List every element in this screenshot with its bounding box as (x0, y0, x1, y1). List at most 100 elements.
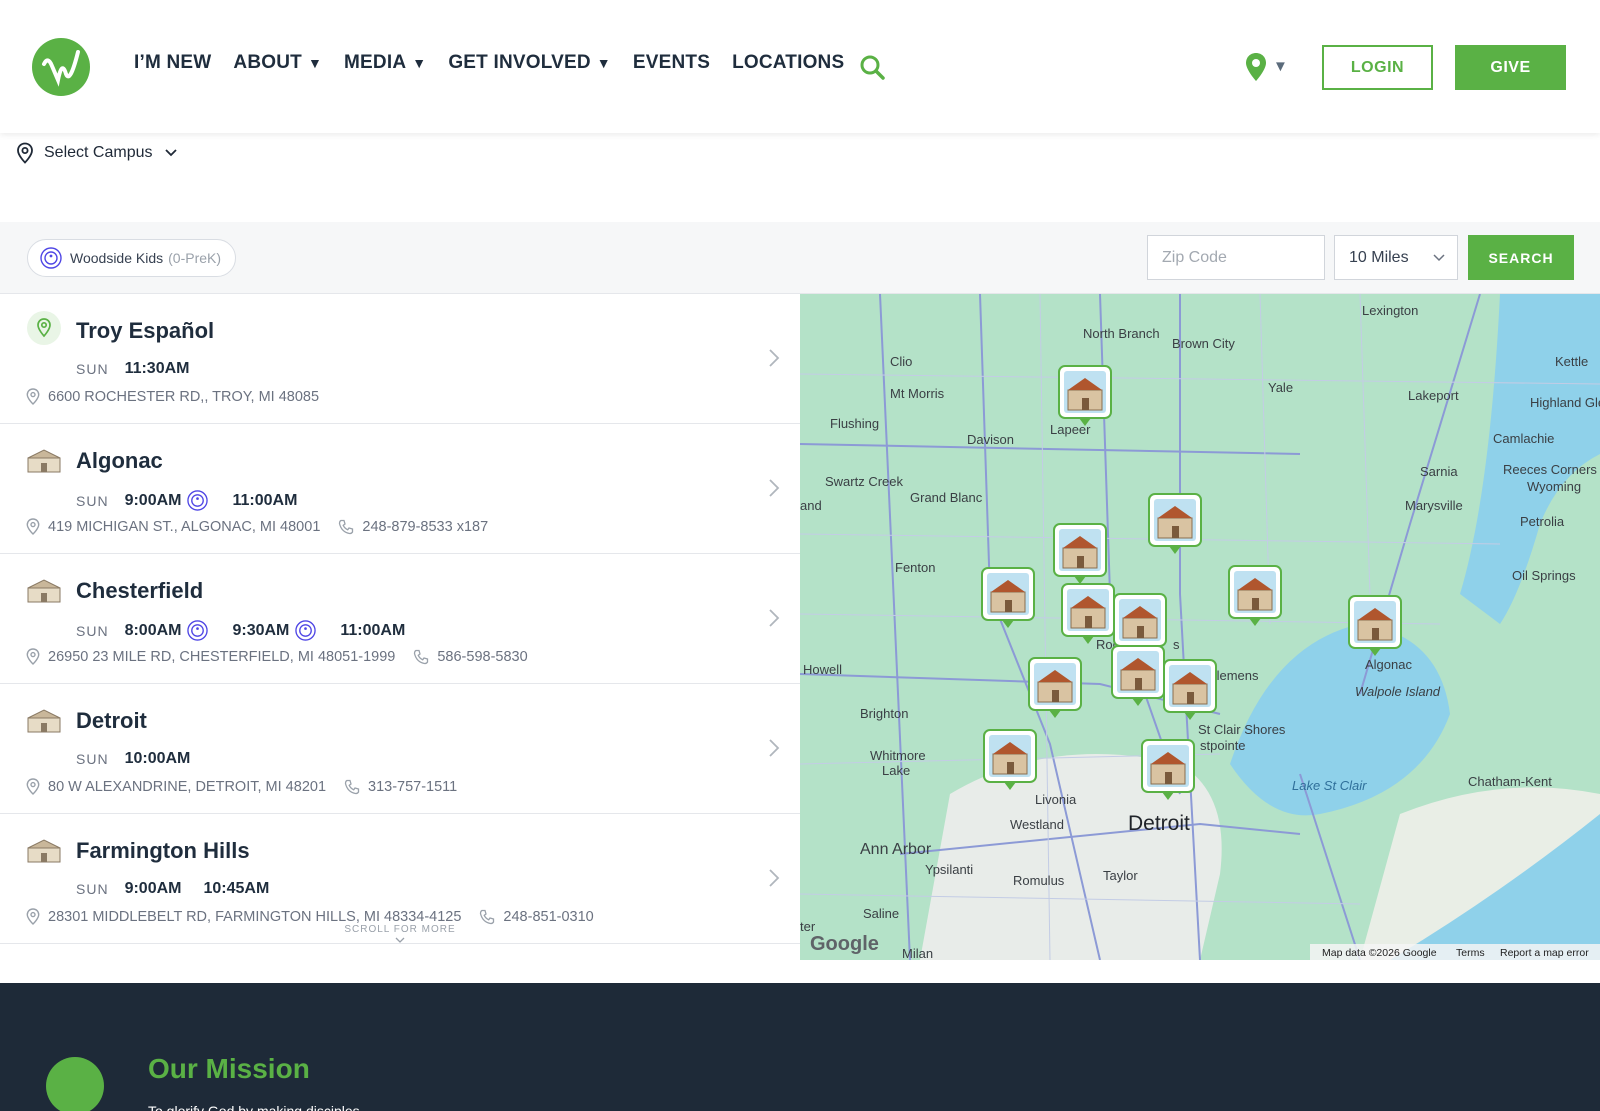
map-label: Lexington (1362, 303, 1418, 318)
campus-map-marker[interactable] (1053, 523, 1107, 584)
nav-item-i-m-new[interactable]: I’M NEW (134, 52, 211, 74)
chevron-right-icon[interactable] (768, 348, 780, 368)
service-times: SUN 11:30AM (76, 360, 211, 378)
map-label: Fenton (895, 560, 935, 575)
map-canvas: Lexington North Branch Brown City Clio M… (800, 294, 1600, 960)
login-button[interactable]: LOGIN (1322, 45, 1433, 90)
campus-map-marker[interactable] (1028, 657, 1082, 718)
service-time: 9:30AM (232, 621, 290, 639)
nav-item-label: EVENTS (632, 52, 711, 73)
service-day: SUN (76, 622, 109, 639)
map-label: Ann Arbor (860, 841, 932, 858)
location-caret-icon[interactable]: ▼ (1273, 58, 1288, 75)
phone-number[interactable]: 248-851-0310 (479, 909, 594, 925)
campus-map-marker[interactable] (983, 729, 1037, 790)
woodside-logo[interactable] (32, 38, 90, 96)
chevron-right-icon[interactable] (768, 608, 780, 628)
address-text: 26950 23 MILE RD, CHESTERFIELD, MI 48051… (48, 648, 396, 665)
campus-pin-icon (27, 311, 61, 345)
miles-select[interactable]: 10 Miles (1334, 235, 1458, 280)
give-button[interactable]: GIVE (1455, 45, 1566, 90)
service-times: SUN 10:00AM (76, 750, 212, 768)
map-label: Swartz Creek (825, 474, 904, 489)
phone-text: 248-879-8533 x187 (362, 518, 489, 535)
location-row[interactable]: Chesterfield SUN 8:00AM 9:30AM 11:00AM 26950 … (0, 554, 800, 684)
map-label: Mt Morris (890, 386, 945, 401)
chevron-down-icon (164, 149, 177, 157)
location-list[interactable]: Troy Español SUN 11:30AM 6600 ROCHESTER RD,… (0, 294, 800, 960)
phone-number[interactable]: 248-879-8533 x187 (338, 519, 488, 535)
location-row[interactable]: Detroit SUN 10:00AM 80 W ALEXANDRINE, DETRO… (0, 684, 800, 814)
map-label: ter (800, 919, 816, 934)
nav-item-media[interactable]: MEDIA ▼ (344, 52, 426, 74)
chevron-right-icon[interactable] (768, 868, 780, 888)
campus-map-marker[interactable] (1348, 595, 1402, 656)
chevron-right-icon[interactable] (768, 738, 780, 758)
map-label: Camlachie (1493, 431, 1554, 446)
campus-map-marker[interactable] (981, 567, 1035, 628)
map-label: Whitmore (870, 748, 926, 763)
map-label: Marysville (1405, 498, 1463, 513)
map-label: Sarnia (1420, 464, 1458, 479)
map-label: and (800, 498, 822, 513)
campus-building-icon (27, 579, 61, 603)
address-text: 6600 ROCHESTER RD,, TROY, MI 48085 (48, 388, 320, 405)
locations-map[interactable]: Lexington North Branch Brown City Clio M… (800, 294, 1600, 960)
search-button[interactable]: SEARCH (1468, 235, 1574, 280)
location-name: Chesterfield (76, 578, 204, 603)
phone-text: 586-598-5830 (437, 648, 528, 665)
service-time: 10:45AM (203, 880, 270, 897)
nav-item-about[interactable]: ABOUT ▼ (233, 52, 322, 74)
report-map-error-link[interactable]: Report a map error (1500, 947, 1589, 959)
campus-map-marker[interactable] (1111, 645, 1165, 706)
campus-select[interactable]: Select Campus (16, 142, 187, 164)
location-row[interactable]: Troy Español SUN 11:30AM 6600 ROCHESTER RD,… (0, 294, 800, 424)
map-label: Saline (863, 906, 899, 921)
chevron-down-icon (395, 937, 405, 943)
nav-item-label: LOCATIONS (732, 52, 845, 73)
service-day: SUN (76, 361, 109, 377)
location-address: 419 MICHIGAN ST., ALGONAC, MI 48001 248-8… (26, 518, 488, 535)
phone-icon (480, 909, 495, 924)
campus-map-marker[interactable] (1061, 583, 1115, 644)
map-terms-link[interactable]: Terms (1456, 947, 1485, 959)
miles-value: 10 Miles (1349, 248, 1409, 266)
footer-logo[interactable] (46, 1057, 104, 1111)
service-day: SUN (76, 881, 109, 897)
phone-number[interactable]: 586-598-5830 (413, 648, 528, 665)
phone-number[interactable]: 313-757-1511 (344, 779, 457, 795)
woodside-kids-filter-chip[interactable]: Woodside Kids (0-PreK) (27, 239, 237, 277)
scroll-more-label: SCROLL FOR MORE (344, 924, 456, 935)
location-row[interactable]: Algonac SUN 9:00AM 11:00AM 419 MICHIGAN ST.,… (0, 424, 800, 554)
map-label: Livonia (1035, 792, 1077, 807)
service-times: SUN 8:00AM 9:30AM 11:00AM (76, 620, 427, 641)
map-label: Lakeport (1408, 388, 1459, 403)
campus-map-marker[interactable] (1141, 739, 1195, 800)
service-time: 9:00AM (124, 491, 182, 509)
zip-code-input[interactable] (1147, 235, 1325, 280)
search-icon[interactable] (859, 54, 885, 80)
nav-item-locations[interactable]: LOCATIONS (732, 52, 844, 74)
footer-mission-title: Our Mission (148, 1053, 310, 1084)
site-header: I’M NEW ABOUT ▼ MEDIA ▼ GET INVOLVED ▼ EVENTS LO… (0, 0, 1600, 133)
map-label: Howell (803, 662, 842, 677)
nav-item-label: MEDIA (344, 52, 407, 73)
campus-map-marker[interactable] (1163, 659, 1217, 720)
location-name: Farmington Hills (76, 838, 250, 863)
nav-item-events[interactable]: EVENTS (633, 52, 710, 74)
chevron-right-icon[interactable] (768, 478, 780, 498)
campus-building-icon (27, 449, 61, 473)
map-label: Petrolia (1520, 514, 1565, 529)
service-day: SUN (76, 751, 109, 767)
scroll-for-more-hint[interactable]: SCROLL FOR MORE (340, 924, 460, 946)
service-times: SUN 9:00AM 11:00AM (76, 490, 319, 511)
nav-item-get-involved[interactable]: GET INVOLVED ▼ (448, 52, 611, 74)
google-logo: Google (810, 933, 879, 955)
campus-map-marker[interactable] (1148, 493, 1202, 554)
map-pin-outline-icon (17, 142, 33, 164)
map-label: Yale (1268, 380, 1293, 395)
campus-map-marker[interactable] (1228, 565, 1282, 626)
chevron-down-icon (1433, 253, 1445, 261)
location-pin-icon[interactable] (1245, 52, 1267, 82)
campus-map-marker[interactable] (1058, 365, 1112, 426)
